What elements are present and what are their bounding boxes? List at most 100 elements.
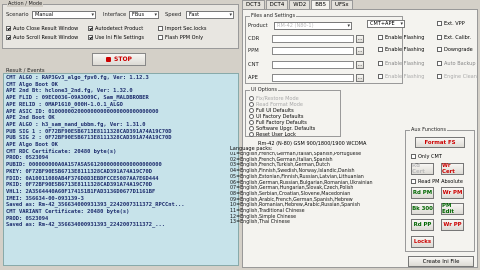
ppm-browse-button[interactable]: … xyxy=(356,47,364,55)
log-line: APE Algo Boot OK xyxy=(6,142,58,149)
import-seclocks-checkbox[interactable]: Import Sec.locks xyxy=(158,25,206,32)
rd-pm-button[interactable]: Rd PM xyxy=(411,187,434,199)
locks-button[interactable]: Locks xyxy=(411,236,434,248)
auto-backup-checkbox[interactable]: Auto Backup xyxy=(437,60,476,67)
wr-cert-button[interactable]: Wr Cert xyxy=(441,163,464,175)
engine-clean-checkbox[interactable]: Engine Clean xyxy=(437,73,477,80)
checkbox-label: Only CMT xyxy=(418,153,442,160)
tab-wd2[interactable]: WD2 xyxy=(289,0,311,9)
checkbox-label: Auto Backup xyxy=(444,60,476,67)
ext-vpp-checkbox[interactable]: Ext. VPP xyxy=(437,20,465,27)
checkbox-label: Enable Flashing xyxy=(385,60,425,67)
product-label: Product xyxy=(248,23,268,29)
stop-button[interactable]: STOP xyxy=(92,53,146,66)
cnt-file-field[interactable] xyxy=(272,61,354,69)
wr-cert-label: Wr Cert xyxy=(442,163,455,175)
log-line: PKID: 0F72BF90E5B6713E8111328CAD391A74A1… xyxy=(6,182,153,189)
scenario-select[interactable]: Manual xyxy=(32,11,96,19)
checkbox-label: Use Ini File Settings xyxy=(95,34,145,41)
checkbox-label: Import Sec.locks xyxy=(165,25,207,32)
checkbox-label: Enable Flashing xyxy=(385,34,425,41)
rd-pp-button[interactable]: Rd PP xyxy=(411,219,434,231)
wr-pm-button[interactable]: Wr PM xyxy=(441,187,464,199)
log-line: PUBID: 000000000A0A157A5A561200000000000… xyxy=(6,162,162,169)
checkbox-label: Autodetect Product xyxy=(95,25,144,32)
bk-300-label: Bk 300 xyxy=(412,206,433,212)
ape-browse-button[interactable]: … xyxy=(356,74,364,82)
checkbox-label: Flash PPM Only xyxy=(165,34,204,41)
ui-option-reset-user-lock[interactable]: Reset User Lock xyxy=(249,131,296,138)
log-line: CMT Algo Boot OK xyxy=(6,81,58,88)
rd-pm-label: Rd PM xyxy=(412,190,433,196)
checkbox-box xyxy=(437,35,442,40)
checkbox-box xyxy=(378,35,383,40)
checkbox-label: Enable Flashing xyxy=(385,73,425,80)
enable-flashing-ape-checkbox[interactable]: Enable Flashing xyxy=(378,73,424,80)
cnt-browse-button[interactable]: … xyxy=(356,61,364,69)
pm-edit-button[interactable]: PM Edit xyxy=(441,203,464,215)
cmt-ape-select[interactable]: CMT+APE xyxy=(367,20,405,28)
log-line: Saved as: Rm-42_356634000931393_22420073… xyxy=(6,222,166,229)
rd-cert-label: Rd Cert xyxy=(412,163,425,175)
result-log[interactable]: CMT ALGO : RAP3Gv3_algo_fpv0.fg, Ver: 1.… xyxy=(3,73,239,266)
cdr-browse-button[interactable]: … xyxy=(356,35,364,43)
log-line: VHL1: 2A3564440A60F174151B1FAD3136D0677D… xyxy=(6,188,156,195)
checkbox-label: Downgrade xyxy=(444,46,473,53)
log-line: PROD: 0523094 xyxy=(6,215,49,222)
action-mode-title: Action / Mode xyxy=(7,1,44,7)
speed-select[interactable]: Fast xyxy=(186,11,234,19)
read-pm-absolute-checkbox[interactable]: Read PM Absolute xyxy=(411,178,463,185)
ppm-file-field[interactable] xyxy=(272,47,354,55)
tab-bb5[interactable]: BB5 xyxy=(311,0,331,9)
pm-edit-label: PM Edit xyxy=(442,203,454,215)
bk-300-button[interactable]: Bk 300 xyxy=(411,203,434,215)
product-select[interactable]: RM-42 (N80-1) xyxy=(274,22,352,30)
checkbox-box xyxy=(378,74,383,79)
cnt-label: CNT xyxy=(248,62,259,68)
stop-icon xyxy=(106,57,112,62)
scenario-label: Scenario xyxy=(6,12,29,18)
checkbox-box xyxy=(88,26,93,31)
autodetect-product-checkbox[interactable]: Autodetect Product xyxy=(88,25,143,32)
wr-pp-button[interactable]: Wr PP xyxy=(441,219,464,231)
ape-label: APE xyxy=(248,75,258,81)
auto-close-result-checkbox[interactable]: Auto Close Result Window xyxy=(6,25,78,32)
product-band-info: Rm-42 (N-80) GSM 900/1800/1900 WCDMA xyxy=(258,141,367,147)
enable-flashing-ppm-checkbox[interactable]: Enable Flashing xyxy=(378,46,424,53)
log-line: CMT RDC Certificate: 20480 byte(s) xyxy=(6,148,117,155)
cdr-label: CDR xyxy=(248,36,260,42)
checkbox-label: Ext. VPP xyxy=(444,20,465,27)
use-ini-settings-checkbox[interactable]: Use Ini File Settings xyxy=(88,34,144,41)
enable-flashing-cdr-checkbox[interactable]: Enable Flashing xyxy=(378,34,424,41)
cdr-file-field[interactable] xyxy=(272,35,354,43)
ape-file-field[interactable] xyxy=(272,74,354,82)
enable-flashing-cnt-checkbox[interactable]: Enable Flashing xyxy=(378,60,424,67)
downgrade-checkbox[interactable]: Downgrade xyxy=(437,46,473,53)
files-settings-title: Files and Settings xyxy=(250,13,297,19)
interface-label: Interface xyxy=(103,12,127,18)
only-cmt-checkbox[interactable]: Only CMT xyxy=(411,153,442,160)
checkbox-label: Enable Flashing xyxy=(385,46,425,53)
log-line: IMEI: 356634-00-093139-3 xyxy=(6,195,84,202)
interface-select[interactable]: FBus xyxy=(129,11,159,19)
language-pack-line: 13=English,Thai Chinese xyxy=(230,220,290,226)
rd-cert-button[interactable]: Rd Cert xyxy=(411,163,434,175)
language-packs-list: 01=English,French,German,Italian,Spanish… xyxy=(230,152,400,269)
checkbox-label: Read PM Absolute xyxy=(418,178,463,185)
checkbox-box xyxy=(378,47,383,52)
speed-label: Speed xyxy=(165,12,182,18)
tab-dct4[interactable]: DCT4 xyxy=(265,0,289,9)
checkbox-box xyxy=(6,35,11,40)
checkbox-label: Engine Clean xyxy=(444,73,477,80)
ext-calibr-checkbox[interactable]: Ext. Calibr. xyxy=(437,34,471,41)
tab-ufsx[interactable]: UFSx xyxy=(331,0,353,9)
log-line: Saved as: Rm-42_356634000931393_22420073… xyxy=(6,202,185,209)
create-ini-file-button[interactable]: Create Ini File xyxy=(408,256,474,267)
auto-scroll-result-checkbox[interactable]: Auto Scroll Result Window xyxy=(6,34,78,41)
format-fs-label: Format FS xyxy=(424,139,456,146)
log-line: CMT ALGO : RAP3Gv3_algo_fpv0.fg, Ver: 1.… xyxy=(6,75,149,81)
flash-ppm-only-checkbox[interactable]: Flash PPM Only xyxy=(158,34,203,41)
log-line: APE 2nd Bt: hclone3_2nd.fg, Ver: 1.32.0 xyxy=(6,88,133,95)
tab-dct3[interactable]: DCT3 xyxy=(242,0,265,9)
format-fs-button[interactable]: Format FS xyxy=(415,137,465,148)
